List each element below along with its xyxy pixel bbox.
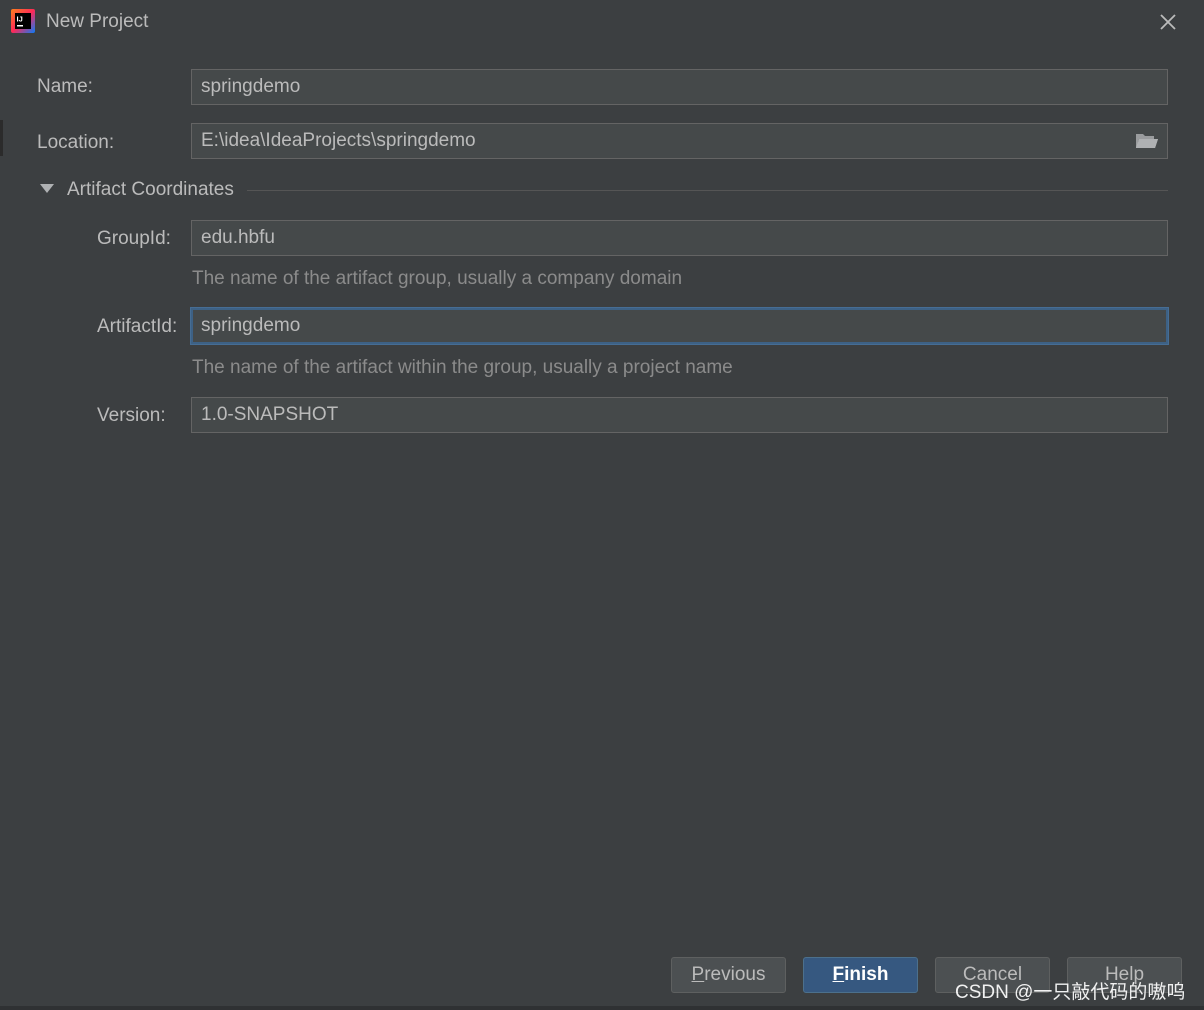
groupid-field[interactable]: edu.hbfu (191, 220, 1168, 256)
csdn-watermark: CSDN @一只敲代码的嗷呜 (955, 982, 1186, 1003)
name-field[interactable]: springdemo (191, 69, 1168, 105)
finish-mnemonic: F (832, 964, 845, 985)
location-field-value: E:\idea\IdeaProjects\springdemo (201, 130, 476, 151)
window-edge-marker (0, 120, 3, 156)
name-field-value: springdemo (201, 76, 301, 97)
artifactid-field-value: springdemo (201, 315, 301, 336)
artifactid-label: ArtifactId: (97, 316, 178, 337)
intellij-idea-icon: IJ (11, 9, 35, 33)
groupid-hint: The name of the artifact group, usually … (192, 268, 683, 289)
version-field-value: 1.0-SNAPSHOT (201, 404, 339, 425)
version-field[interactable]: 1.0-SNAPSHOT (191, 397, 1168, 433)
title-bar: IJ New Project (0, 0, 1204, 44)
window-title: New Project (46, 11, 149, 32)
groupid-field-value: edu.hbfu (201, 227, 275, 248)
version-label: Version: (97, 405, 166, 426)
location-field[interactable]: E:\idea\IdeaProjects\springdemo (191, 123, 1168, 159)
finish-button[interactable]: Finish (803, 957, 918, 993)
artifact-coordinates-title[interactable]: Artifact Coordinates (67, 179, 234, 201)
groupid-label: GroupId: (97, 228, 171, 249)
svg-text:IJ: IJ (17, 15, 23, 24)
close-icon[interactable] (1156, 10, 1180, 34)
artifactid-field[interactable]: springdemo (191, 308, 1168, 344)
section-divider (247, 190, 1168, 191)
name-label: Name: (37, 76, 93, 97)
finish-label: inish (844, 964, 889, 985)
artifactid-hint: The name of the artifact within the grou… (192, 357, 733, 378)
collapse-arrow-icon[interactable] (40, 184, 54, 193)
previous-label: revious (704, 964, 766, 985)
location-label: Location: (37, 132, 115, 153)
folder-icon[interactable] (1135, 132, 1159, 150)
previous-mnemonic: P (691, 964, 705, 985)
bottom-edge (0, 1006, 1204, 1010)
previous-button[interactable]: Previous (671, 957, 786, 993)
artifact-coordinates-section: Artifact Coordinates (40, 178, 1168, 204)
